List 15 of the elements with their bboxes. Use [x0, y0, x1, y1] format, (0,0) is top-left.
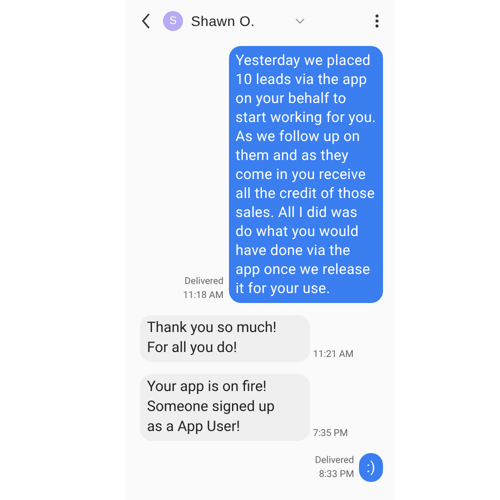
sent-message: :)	[359, 453, 383, 482]
sent-message: Yesterday we placed 10 leads via the app on your behalf to start working for you. As we follow up on them and as they come in you receive all the credit of those sales. All I did was do what you would have done via the app once we release it for your use.	[228, 46, 383, 303]
message-time: 8:33 PM	[319, 468, 354, 482]
received-message: Your app is on fire! Someone signed up as a App User!	[140, 374, 310, 441]
message-time: 11:21 AM	[313, 348, 354, 362]
message-time: 11:18 AM	[183, 289, 224, 303]
contact-name[interactable]: Shawn O.	[191, 13, 255, 29]
caret-icon[interactable]	[294, 18, 305, 24]
delivery-status: Delivered	[184, 275, 224, 289]
message-time: 7:35 PM	[313, 427, 348, 441]
more-icon[interactable]	[375, 14, 379, 28]
avatar: S	[163, 11, 183, 31]
delivery-status: Delivered	[315, 454, 354, 468]
received-message: Thank you so much! For all you do!	[140, 315, 310, 362]
back-icon[interactable]	[141, 13, 151, 29]
